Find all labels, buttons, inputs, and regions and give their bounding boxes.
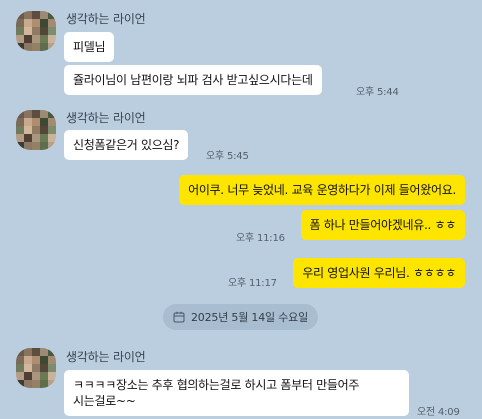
avatar[interactable] [16,348,56,388]
message-line: ㅋㅋㅋㅋ장소는 추후 협의하는걸로 하시고 폼부터 만들어주 [73,378,360,392]
message-line: 시는걸로~~ [73,394,136,408]
avatar[interactable] [16,110,56,150]
message-bubble[interactable]: 피델님 [64,32,115,62]
my-message-bubble[interactable]: 폼 하나 만들어야겠네유.. ㅎㅎ [300,210,465,240]
message-time: 오후 5:45 [206,151,249,162]
date-divider-label: 2025년 5월 14일 수요일 [191,311,308,324]
message-bubble[interactable]: 신청폼같은거 있으심? [64,130,189,160]
message-time: 오후 5:44 [356,87,399,98]
message-time: 오후 11:17 [228,278,277,289]
my-message-bubble[interactable]: 우리 영업사원 우리님. ㅎㅎㅎㅎ [293,258,465,288]
sender-name: 생각하는 라이언 [66,111,146,125]
message-bubble[interactable]: ㅋㅋㅋㅋ장소는 추후 협의하는걸로 하시고 폼부터 만들어주 시는걸로~~ [64,370,409,416]
message-time: 오후 11:16 [236,233,285,244]
message-bubble[interactable]: 쥴라이님이 남편이랑 뇌파 검사 받고싶으시다는데 [64,65,322,95]
avatar[interactable] [16,11,56,51]
calendar-icon [173,311,185,323]
my-message-bubble[interactable]: 어이쿠. 너무 늦었네. 교육 운영하다가 이제 들어왔어요. [179,175,465,205]
sender-name: 생각하는 라이언 [66,350,146,364]
date-divider: 2025년 5월 14일 수요일 [163,304,318,330]
message-time: 오전 4:09 [417,407,460,418]
sender-name: 생각하는 라이언 [66,12,146,26]
